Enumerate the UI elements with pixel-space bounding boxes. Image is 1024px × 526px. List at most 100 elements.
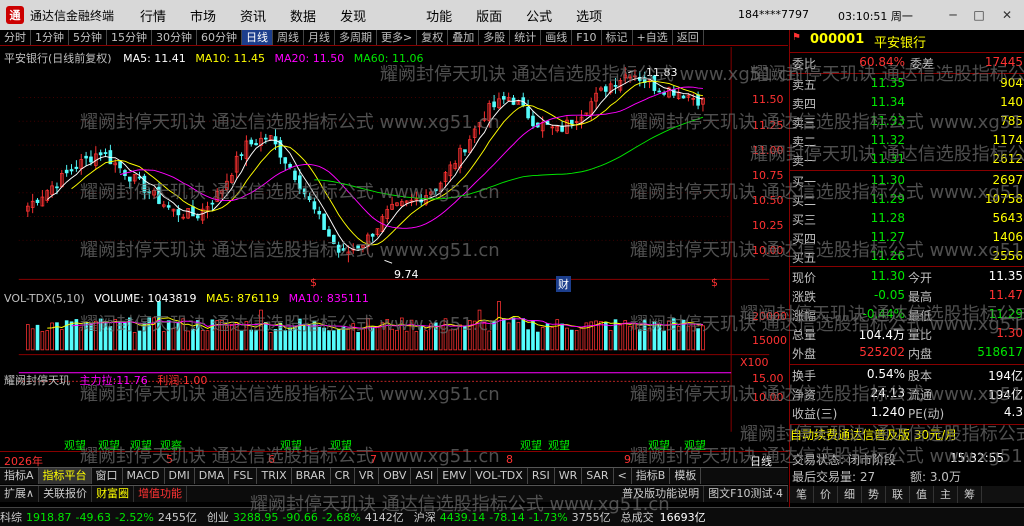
ext-tab[interactable]: 关联报价 xyxy=(39,486,93,502)
buy-level-row[interactable]: 买五 11.26 2556 xyxy=(790,248,1024,266)
indicator-tab[interactable]: 指标B xyxy=(632,468,671,484)
index-quote[interactable]: 科综 1918.87 -49.63 -2.52% 2455亿 xyxy=(0,509,201,525)
indicator-tab[interactable]: 模板 xyxy=(670,468,702,484)
toolbar-item[interactable]: 月线 xyxy=(304,30,335,45)
indicator-tab[interactable]: TRIX xyxy=(257,468,292,484)
toolbar-item[interactable]: 标记 xyxy=(602,30,633,45)
stat-val: 104.4万 xyxy=(858,328,905,342)
volume-bar xyxy=(429,323,433,351)
toolbar-item[interactable]: 多周期 xyxy=(335,30,377,45)
mini-tab[interactable]: 势 xyxy=(862,486,886,503)
stat-val2: 194亿 xyxy=(988,388,1023,402)
indicator-tab[interactable]: < xyxy=(614,468,632,484)
sell-level-row[interactable]: 卖一 11.31 2612 xyxy=(790,151,1024,169)
index-quote[interactable]: 沪深 4439.14 -78.14 -1.73% 3755亿 xyxy=(414,509,615,525)
indicator-tab[interactable]: BRAR xyxy=(292,468,331,484)
stat-key: 外盘 xyxy=(792,347,817,361)
volume-bar xyxy=(239,330,244,351)
indicator-tab[interactable]: MACD xyxy=(123,468,165,484)
buy-level-row[interactable]: 买四 11.27 1406 xyxy=(790,229,1024,247)
toolbar-item-daily[interactable]: 日线 xyxy=(242,30,273,45)
menu-gongneng[interactable]: 功能 xyxy=(426,6,452,25)
candle-body xyxy=(613,85,618,87)
maximize-icon[interactable]: □ xyxy=(970,6,988,24)
event-marker[interactable]: $ xyxy=(310,276,317,289)
mini-tab[interactable]: 主 xyxy=(934,486,958,503)
indicator-tab[interactable]: EMV xyxy=(438,468,472,484)
buy-level-row[interactable]: 买二 11.29 10758 xyxy=(790,191,1024,209)
sell-level-row[interactable]: 卖四 11.34 140 xyxy=(790,94,1024,112)
indicator-tab[interactable]: VR xyxy=(355,468,380,484)
account-id[interactable]: 184****7797 xyxy=(738,8,809,21)
menu-zixun[interactable]: 资讯 xyxy=(240,6,266,25)
volume-bar xyxy=(419,325,424,351)
indicator-tab[interactable]: 窗口 xyxy=(92,468,123,484)
indicator-tab[interactable]: SAR xyxy=(582,468,614,484)
mini-tab[interactable]: 细 xyxy=(838,486,862,503)
close-icon[interactable]: ✕ xyxy=(998,6,1016,24)
minimize-icon[interactable]: ─ xyxy=(944,6,962,24)
toolbar-item[interactable]: 更多> xyxy=(377,30,418,45)
event-marker[interactable]: $ xyxy=(711,276,718,289)
menu-shichang[interactable]: 市场 xyxy=(190,6,216,25)
menu-hangqing[interactable]: 行情 xyxy=(140,6,166,25)
toolbar-item[interactable]: 返回 xyxy=(673,30,704,45)
promo-banner[interactable]: 自动续费通达信普及版 30元/月 xyxy=(790,426,1024,444)
menu-shuju[interactable]: 数据 xyxy=(290,6,316,25)
indicator-tab[interactable]: 指标A xyxy=(0,468,39,484)
finance-marker[interactable]: 财 xyxy=(556,276,571,292)
ext-tab[interactable]: 增值功能 xyxy=(134,486,188,502)
buy-level-row[interactable]: 买一 11.30 2697 xyxy=(790,172,1024,190)
volume-bar xyxy=(535,331,540,351)
indicator-tab[interactable]: WR xyxy=(555,468,583,484)
sell-level-row[interactable]: 卖三 11.33 785 xyxy=(790,113,1024,131)
buy-level-row[interactable]: 买三 11.28 5643 xyxy=(790,210,1024,228)
stat-key: 净资 xyxy=(792,388,817,402)
toolbar-item[interactable]: 15分钟 xyxy=(107,30,152,45)
toolbar-item[interactable]: 多股 xyxy=(479,30,511,45)
indicator-tab[interactable]: VOL-TDX xyxy=(471,468,528,484)
toolbar-item[interactable]: 5分钟 xyxy=(69,30,107,45)
menu-xuanxiang[interactable]: 选项 xyxy=(576,6,602,25)
volume-bar xyxy=(35,324,40,351)
toolbar-item[interactable]: 1分钟 xyxy=(31,30,69,45)
ext-link[interactable]: 图文F10测试·4 xyxy=(704,486,788,502)
ext-tab[interactable]: 扩展∧ xyxy=(0,486,40,502)
indicator-tab[interactable]: DMA xyxy=(195,468,230,484)
mini-tab[interactable]: 值 xyxy=(910,486,934,503)
indicator-tab[interactable]: OBV xyxy=(379,468,412,484)
indicator-tab[interactable]: DMI xyxy=(165,468,195,484)
ext-link[interactable]: 普及版功能说明 xyxy=(618,486,705,502)
index-quote[interactable]: 创业 3288.95 -90.66 -2.68% 4142亿 xyxy=(207,509,408,525)
menu-banmian[interactable]: 版面 xyxy=(476,6,502,25)
volume-bar xyxy=(691,322,696,351)
sell-level-row[interactable]: 卖二 11.32 1174 xyxy=(790,132,1024,150)
volume-bar xyxy=(147,317,152,351)
sell-level-row[interactable]: 卖五 11.35 904 xyxy=(790,75,1024,93)
weibi-label: 委比 xyxy=(792,57,817,71)
mini-tab[interactable]: 联 xyxy=(886,486,910,503)
mini-tab[interactable]: 筹 xyxy=(958,486,982,503)
mini-tab[interactable]: 笔 xyxy=(790,486,814,503)
toolbar-item[interactable]: 统计 xyxy=(510,30,542,45)
indicator-tab[interactable]: CR xyxy=(331,468,355,484)
toolbar-item[interactable]: F10 xyxy=(572,30,602,45)
toolbar-item[interactable]: 周线 xyxy=(273,30,304,45)
index-chg: -78.14 xyxy=(489,511,525,524)
toolbar-item[interactable]: 画线 xyxy=(541,30,573,45)
menu-faxian[interactable]: 发现 xyxy=(340,6,366,25)
indicator-tab[interactable]: 指标平台 xyxy=(38,468,92,484)
toolbar-item[interactable]: 60分钟 xyxy=(197,30,242,45)
indicator-tab[interactable]: FSL xyxy=(229,468,258,484)
volume-bar xyxy=(210,319,215,351)
toolbar-item[interactable]: 叠加 xyxy=(448,30,480,45)
indicator-tab[interactable]: ASI xyxy=(411,468,439,484)
toolbar-item[interactable]: 复权 xyxy=(417,30,449,45)
toolbar-item[interactable]: +自选 xyxy=(633,30,673,45)
ext-tab[interactable]: 财富圈 xyxy=(92,486,135,502)
mini-tab[interactable]: 价 xyxy=(814,486,838,503)
menu-gongshi[interactable]: 公式 xyxy=(526,6,552,25)
toolbar-item[interactable]: 分时 xyxy=(0,30,31,45)
indicator-tab[interactable]: RSI xyxy=(528,468,555,484)
toolbar-item[interactable]: 30分钟 xyxy=(152,30,197,45)
